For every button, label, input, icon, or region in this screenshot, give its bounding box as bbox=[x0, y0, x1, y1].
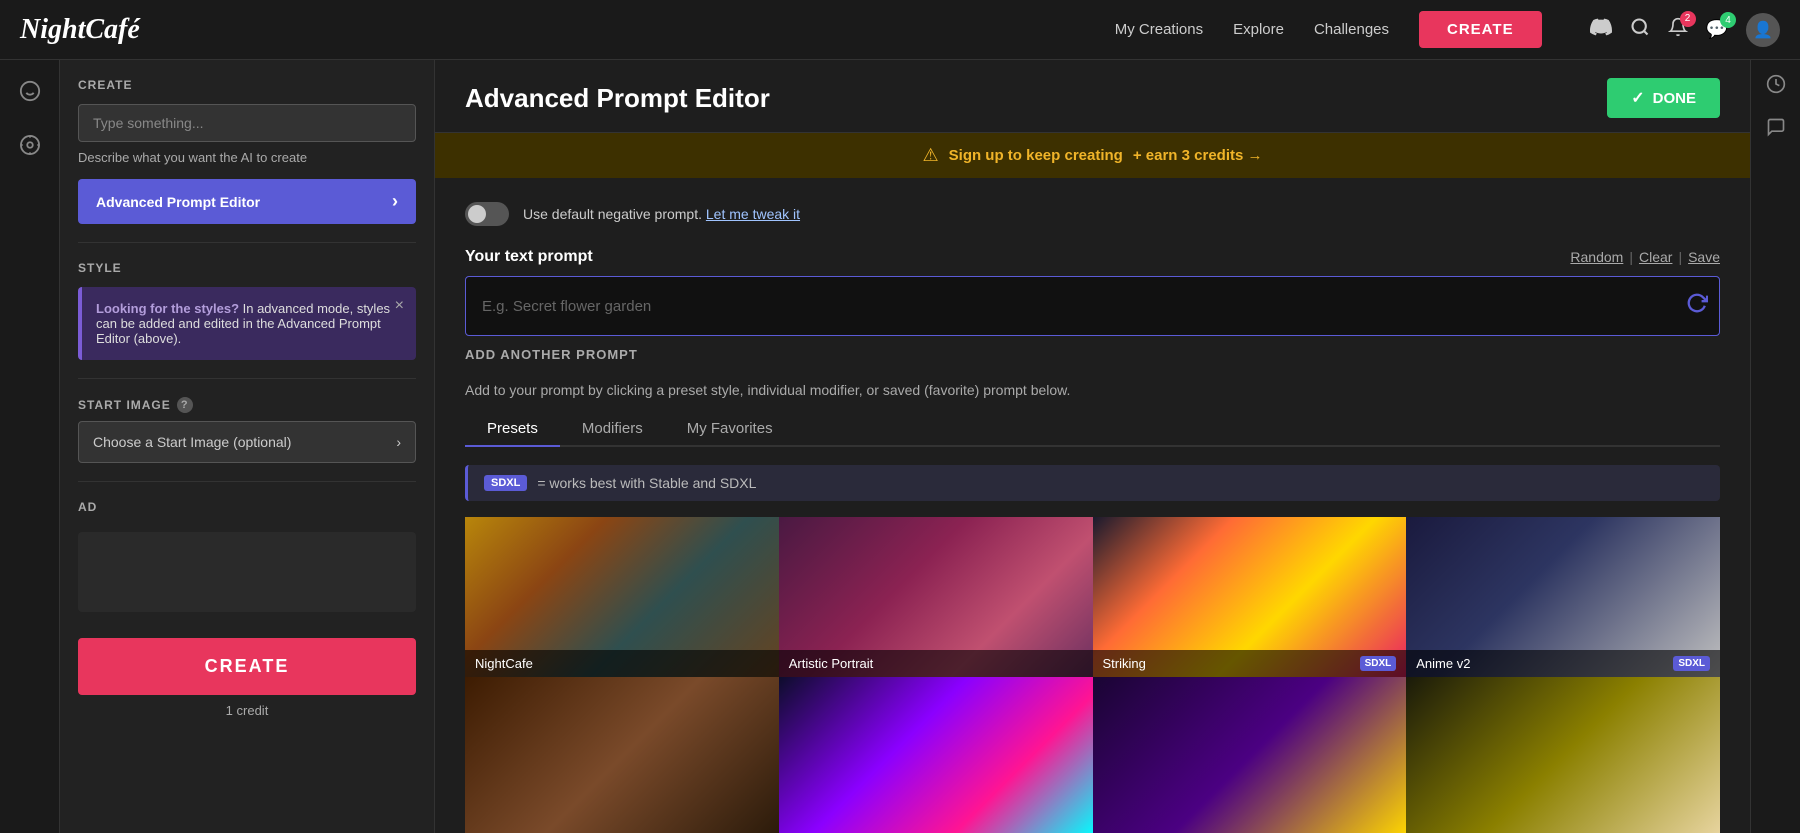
image-card-extra-1[interactable] bbox=[465, 677, 779, 833]
image-card-striking[interactable]: Striking SDXL bbox=[1093, 517, 1407, 677]
clear-link[interactable]: Clear bbox=[1639, 249, 1672, 265]
artistic-portrait-label: Artistic Portrait bbox=[779, 650, 1093, 677]
sidebar: CREATE Describe what you want the AI to … bbox=[60, 60, 435, 833]
prompt-label: Your text prompt bbox=[465, 248, 593, 266]
signup-banner: ⚠ Sign up to keep creating + earn 3 cred… bbox=[435, 133, 1750, 178]
style-notice-bold: Looking for the styles? bbox=[96, 301, 239, 316]
main-content-area: Advanced Prompt Editor ✓ DONE ⚠ Sign up … bbox=[435, 60, 1750, 833]
sdxl-notice: SDXL = works best with Stable and SDXL bbox=[465, 465, 1720, 501]
anime-v2-label: Anime v2 SDXL bbox=[1406, 650, 1720, 677]
extra1-image bbox=[465, 677, 779, 833]
advanced-prompt-editor-button[interactable]: Advanced Prompt Editor › bbox=[78, 179, 416, 224]
image-card-extra-4[interactable] bbox=[1406, 677, 1720, 833]
advanced-btn-label: Advanced Prompt Editor bbox=[96, 194, 260, 210]
text-prompt-input[interactable] bbox=[465, 276, 1720, 336]
main-prompt-input[interactable] bbox=[78, 104, 416, 142]
preset-tabs: Presets Modifiers My Favorites bbox=[465, 412, 1720, 447]
prompt-description: Describe what you want the AI to create bbox=[78, 150, 416, 165]
sep-2: | bbox=[1678, 249, 1682, 265]
top-navigation: NightCafé My Creations Explore Challenge… bbox=[0, 0, 1800, 60]
negative-prompt-toggle[interactable] bbox=[465, 202, 509, 226]
ad-placeholder bbox=[78, 532, 416, 612]
image-card-extra-3[interactable] bbox=[1093, 677, 1407, 833]
start-image-label: START IMAGE ? bbox=[78, 397, 416, 413]
topnav-create-button[interactable]: CREATE bbox=[1419, 11, 1542, 48]
settings-icon[interactable] bbox=[13, 128, 47, 168]
content-header: Advanced Prompt Editor ✓ DONE bbox=[435, 60, 1750, 133]
image-card-anime-v2[interactable]: Anime v2 SDXL bbox=[1406, 517, 1720, 677]
tab-presets[interactable]: Presets bbox=[465, 412, 560, 447]
preset-image-grid: NightCafe Artistic Portrait Striking SDX… bbox=[465, 517, 1720, 833]
credit-info: 1 credit bbox=[78, 703, 416, 736]
style-notice: × Looking for the styles? In advanced mo… bbox=[78, 287, 416, 360]
sdxl-notice-text: = works best with Stable and SDXL bbox=[537, 475, 756, 491]
divider-3 bbox=[78, 481, 416, 482]
style-notice-close-button[interactable]: × bbox=[395, 297, 404, 315]
nightcafe-label: NightCafe bbox=[465, 650, 779, 677]
notifications-badge: 2 bbox=[1680, 11, 1696, 27]
negative-prompt-row: Use default negative prompt. Let me twea… bbox=[465, 202, 1720, 226]
image-card-extra-2[interactable] bbox=[779, 677, 1093, 833]
start-image-btn-label: Choose a Start Image (optional) bbox=[93, 434, 291, 450]
site-logo: NightCafé bbox=[20, 14, 140, 46]
done-button[interactable]: ✓ DONE bbox=[1607, 78, 1720, 118]
create-main-button[interactable]: CREATE bbox=[78, 638, 416, 695]
extra3-image bbox=[1093, 677, 1407, 833]
prompt-input-wrapper bbox=[465, 276, 1720, 336]
sdxl-badge: SDXL bbox=[484, 475, 527, 491]
toggle-knob bbox=[468, 205, 486, 223]
tab-my-favorites[interactable]: My Favorites bbox=[665, 412, 795, 447]
user-avatar[interactable]: 👤 bbox=[1746, 13, 1780, 47]
anime-sdxl-badge: SDXL bbox=[1673, 656, 1710, 671]
smiley-icon[interactable] bbox=[13, 74, 47, 114]
messages-badge: 4 bbox=[1720, 12, 1736, 28]
right-icon-strip bbox=[1750, 60, 1800, 833]
history-icon[interactable] bbox=[1766, 74, 1786, 99]
start-image-arrow-icon: › bbox=[396, 434, 401, 450]
save-link[interactable]: Save bbox=[1688, 249, 1720, 265]
banner-signup-text: Sign up to keep creating bbox=[949, 147, 1123, 164]
ad-section-label: AD bbox=[78, 500, 416, 514]
style-section-title: STYLE bbox=[78, 261, 416, 275]
extra4-image bbox=[1406, 677, 1720, 833]
nav-my-creations[interactable]: My Creations bbox=[1115, 21, 1203, 38]
search-icon[interactable] bbox=[1630, 17, 1650, 43]
topnav-icons: 2 💬 4 👤 bbox=[1590, 13, 1780, 47]
preset-info-text: Add to your prompt by clicking a preset … bbox=[465, 382, 1720, 398]
left-icon-strip bbox=[0, 60, 60, 833]
prompt-actions: Random | Clear | Save bbox=[1570, 249, 1720, 265]
tab-modifiers[interactable]: Modifiers bbox=[560, 412, 665, 447]
chat-icon[interactable] bbox=[1766, 117, 1786, 142]
prompt-label-row: Your text prompt Random | Clear | Save bbox=[465, 248, 1720, 266]
divider-2 bbox=[78, 378, 416, 379]
tweak-link[interactable]: Let me tweak it bbox=[706, 206, 800, 222]
striking-label: Striking SDXL bbox=[1093, 650, 1407, 677]
nav-explore[interactable]: Explore bbox=[1233, 21, 1284, 38]
done-btn-label: DONE bbox=[1653, 90, 1696, 107]
refresh-prompt-button[interactable] bbox=[1686, 292, 1708, 320]
start-image-help-icon[interactable]: ? bbox=[177, 397, 193, 413]
sep-1: | bbox=[1629, 249, 1633, 265]
image-card-nightcafe[interactable]: NightCafe bbox=[465, 517, 779, 677]
random-link[interactable]: Random bbox=[1570, 249, 1623, 265]
add-another-prompt-button[interactable]: ADD ANOTHER PROMPT bbox=[465, 347, 638, 362]
image-card-artistic-portrait[interactable]: Artistic Portrait bbox=[779, 517, 1093, 677]
warning-icon: ⚠ bbox=[923, 145, 939, 166]
notifications-icon[interactable]: 2 bbox=[1668, 17, 1688, 43]
nav-challenges[interactable]: Challenges bbox=[1314, 21, 1389, 38]
negative-prompt-label: Use default negative prompt. Let me twea… bbox=[523, 206, 800, 222]
page-title: Advanced Prompt Editor bbox=[465, 83, 770, 114]
advanced-btn-arrow-icon: › bbox=[392, 191, 398, 212]
create-section-title: CREATE bbox=[78, 78, 416, 92]
banner-earn-credits-link[interactable]: + earn 3 credits → bbox=[1133, 147, 1263, 164]
nav-links: My Creations Explore Challenges CREATE 2… bbox=[1115, 11, 1780, 48]
checkmark-icon: ✓ bbox=[1631, 88, 1644, 108]
divider-1 bbox=[78, 242, 416, 243]
start-image-button[interactable]: Choose a Start Image (optional) › bbox=[78, 421, 416, 463]
extra2-image bbox=[779, 677, 1093, 833]
discord-icon[interactable] bbox=[1590, 16, 1612, 44]
messages-icon[interactable]: 💬 4 bbox=[1706, 18, 1728, 41]
striking-sdxl-badge: SDXL bbox=[1360, 656, 1397, 671]
content-scroll-area: Use default negative prompt. Let me twea… bbox=[435, 178, 1750, 833]
